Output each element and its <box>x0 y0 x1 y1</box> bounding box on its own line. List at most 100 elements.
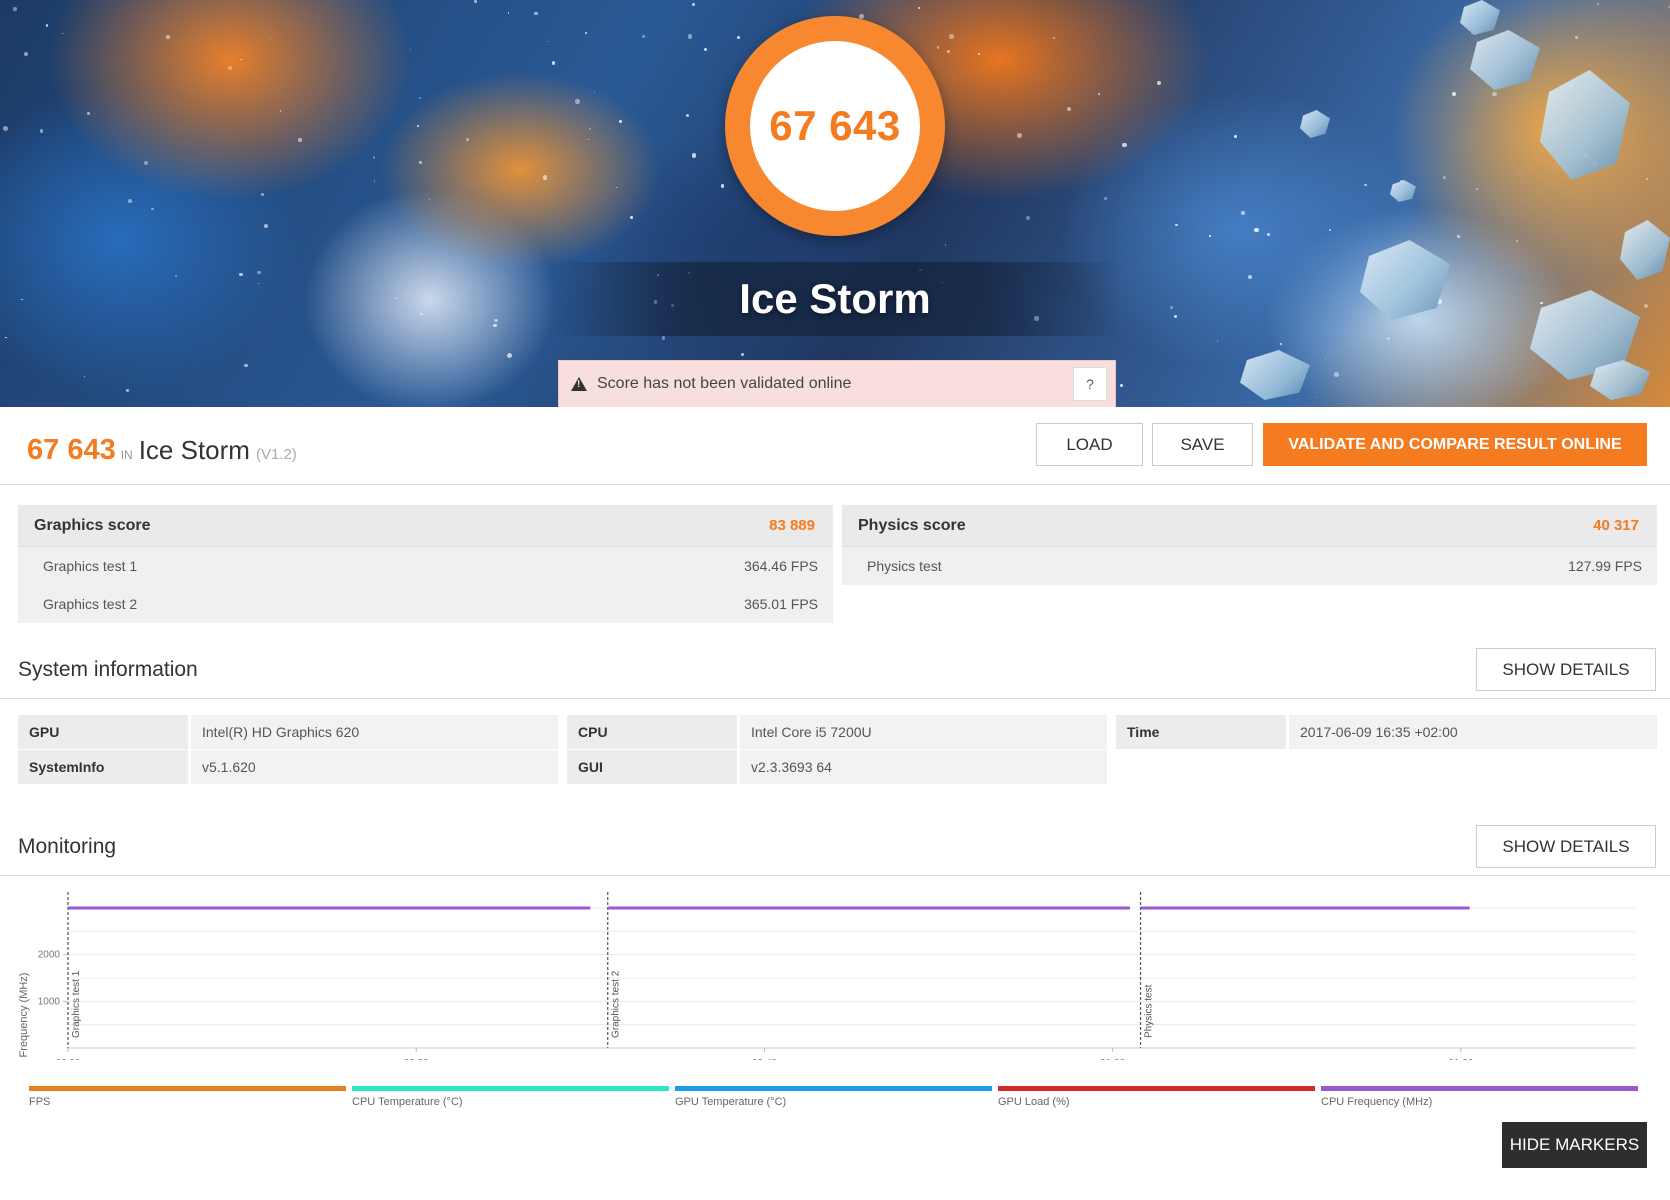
speck-decoration <box>949 34 954 39</box>
speck-decoration <box>144 161 148 165</box>
speck-decoration <box>1247 274 1253 279</box>
save-button[interactable]: SAVE <box>1152 423 1253 466</box>
speck-decoration <box>1122 142 1127 148</box>
speck-decoration <box>1329 229 1331 231</box>
ice-rock-decoration <box>1300 110 1330 138</box>
speck-decoration <box>542 175 548 181</box>
monitoring-show-details-button[interactable]: SHOW DETAILS <box>1476 825 1656 868</box>
speck-decoration <box>1266 233 1270 237</box>
result-header: 67 643 IN Ice Storm (V1.2) LOAD SAVE VAL… <box>0 407 1670 485</box>
speck-decoration <box>1515 239 1519 242</box>
chart-axes: 00:00 00:20 00:40 01:00 01:20 1000 2000 <box>38 950 1635 1060</box>
speck-decoration <box>691 153 697 158</box>
physics-score-panel: Physics score 40 317 Physics test 127.99… <box>842 505 1657 585</box>
result-score: 67 643 <box>27 434 116 466</box>
graphics-score-value: 83 889 <box>769 517 815 534</box>
legend-color-bar[interactable] <box>352 1086 669 1091</box>
speck-decoration <box>428 198 431 200</box>
hide-markers-button[interactable]: HIDE MARKERS <box>1502 1122 1647 1168</box>
legend-label: GPU Load (%) <box>998 1096 1070 1108</box>
speck-decoration <box>126 389 129 392</box>
info-key-cpu: CPU <box>567 715 737 749</box>
graphics-test-name: Graphics test 1 <box>43 558 138 574</box>
monitoring-title: Monitoring <box>18 835 117 858</box>
speck-decoration <box>1456 234 1460 238</box>
monitoring-chart: 00:00 00:20 00:40 01:00 01:20 1000 2000 Graphi… <box>18 892 1635 1060</box>
speck-decoration <box>1476 188 1479 191</box>
result-title: 67 643 IN Ice Storm (V1.2) <box>27 434 297 467</box>
speck-decoration <box>465 138 470 142</box>
physics-test-row: Physics test 127.99 FPS <box>842 547 1657 585</box>
speck-decoration <box>261 193 265 196</box>
hero-banner: 67 643 Ice Storm Score has not been vali… <box>0 0 1670 407</box>
speck-decoration <box>1208 235 1211 237</box>
speck-decoration <box>720 184 725 188</box>
speck-decoration <box>62 32 65 35</box>
section-divider <box>0 698 1670 699</box>
physics-test-name: Physics test <box>867 558 942 574</box>
speck-decoration <box>1103 196 1108 200</box>
speck-decoration <box>4 336 7 339</box>
speck-decoration <box>244 363 248 368</box>
speck-decoration <box>686 113 690 118</box>
speck-decoration <box>936 46 940 50</box>
legend-label: GPU Temperature (°C) <box>675 1096 787 1108</box>
speck-decoration <box>1574 35 1579 39</box>
speck-decoration <box>494 318 498 323</box>
speck-decoration <box>1173 314 1177 318</box>
speck-decoration <box>1314 396 1317 398</box>
warning-icon <box>571 377 587 391</box>
speck-decoration <box>151 207 154 211</box>
hero-title: Ice Storm <box>739 275 931 322</box>
system-show-details-button[interactable]: SHOW DETAILS <box>1476 648 1656 691</box>
speck-decoration <box>1280 343 1283 346</box>
speck-decoration <box>1119 384 1123 388</box>
speck-decoration <box>127 199 132 204</box>
speck-decoration <box>1597 2 1600 5</box>
legend-color-bar[interactable] <box>998 1086 1315 1091</box>
speck-decoration <box>257 282 260 284</box>
speck-decoration <box>618 119 623 124</box>
speck-decoration <box>269 37 271 40</box>
warning-text: Score has not been validated online <box>597 375 852 392</box>
y-tick-label: 1000 <box>38 996 61 1007</box>
legend-color-bar[interactable] <box>675 1086 992 1091</box>
validate-compare-button[interactable]: VALIDATE AND COMPARE RESULT ONLINE <box>1263 423 1647 466</box>
speck-decoration <box>688 34 693 39</box>
y-tick-label: 2000 <box>38 950 61 961</box>
speck-decoration <box>661 336 666 340</box>
ice-rock-decoration <box>1470 30 1540 90</box>
graphics-test-name: Graphics test 2 <box>43 596 138 612</box>
ice-rock-decoration <box>1540 70 1630 180</box>
speck-decoration <box>395 297 398 300</box>
speck-decoration <box>1540 301 1543 305</box>
speck-decoration <box>507 11 510 14</box>
speck-decoration <box>418 97 421 100</box>
speck-decoration <box>551 61 555 65</box>
load-button[interactable]: LOAD <box>1036 423 1143 466</box>
help-button[interactable]: ? <box>1073 367 1107 401</box>
speck-decoration <box>587 138 589 140</box>
speck-decoration <box>704 48 708 52</box>
speck-decoration <box>228 65 233 70</box>
speck-decoration <box>593 92 596 94</box>
legend-color-bar[interactable] <box>29 1086 346 1091</box>
speck-decoration <box>1254 228 1259 233</box>
speck-decoration <box>641 34 646 39</box>
speck-decoration <box>1098 93 1100 95</box>
legend-color-bar[interactable] <box>1321 1086 1638 1091</box>
score-ring: 67 643 <box>725 16 945 236</box>
speck-decoration <box>409 48 411 50</box>
speck-decoration <box>1364 184 1367 187</box>
speck-decoration <box>944 244 947 247</box>
info-value-time: 2017-06-09 16:35 +02:00 <box>1289 715 1657 749</box>
speck-decoration <box>3 126 8 132</box>
x-tick-label: 01:00 <box>1100 1058 1125 1060</box>
x-tick-label: 00:20 <box>404 1058 429 1060</box>
speck-decoration <box>1387 337 1391 341</box>
info-key-time: Time <box>1116 715 1286 749</box>
speck-decoration <box>1170 306 1174 310</box>
graphics-score-label: Graphics score <box>34 516 151 534</box>
system-info-title: System information <box>18 658 198 681</box>
speck-decoration <box>1157 80 1162 85</box>
